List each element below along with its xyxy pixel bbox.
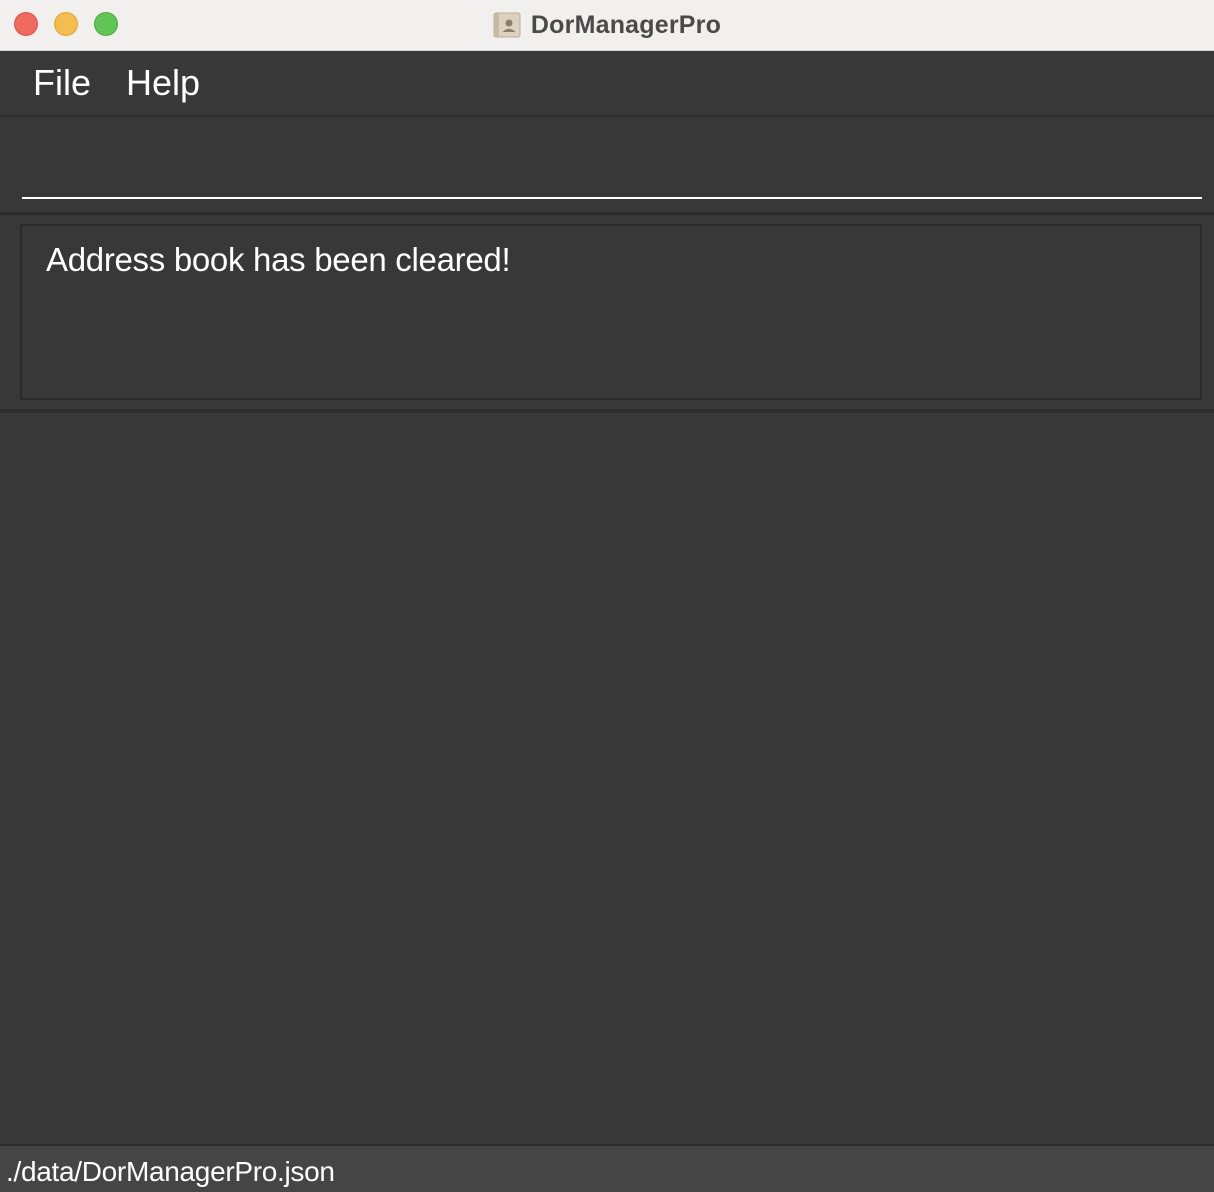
menu-help[interactable]: Help	[126, 61, 200, 105]
person-list-panel[interactable]	[0, 413, 1214, 1144]
result-display: Address book has been cleared!	[20, 224, 1202, 400]
command-input[interactable]	[22, 118, 1202, 199]
address-book-icon	[493, 12, 521, 38]
save-file-path: ./data/DorManagerPro.json	[6, 1156, 335, 1187]
window-title-group: DorManagerPro	[0, 0, 1214, 50]
app-window: DorManagerPro File Help Address book has…	[0, 0, 1214, 1192]
title-bar[interactable]: DorManagerPro	[0, 0, 1214, 51]
command-box-container	[0, 118, 1214, 212]
window-title: DorManagerPro	[530, 10, 722, 39]
divider	[0, 212, 1214, 215]
menu-bar: File Help	[0, 51, 1214, 117]
menu-file[interactable]: File	[33, 61, 91, 105]
status-bar: ./data/DorManagerPro.json	[0, 1144, 1214, 1192]
result-message: Address book has been cleared!	[46, 241, 511, 278]
